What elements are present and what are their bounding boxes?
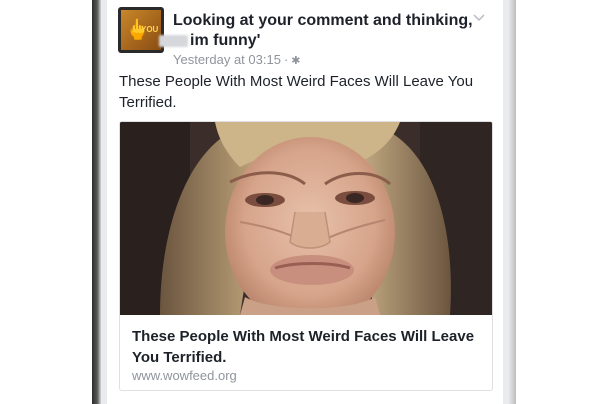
avatar-image: 🖕 YOU	[121, 10, 161, 50]
link-preview-card[interactable]: These People With Most Weird Faces Will …	[119, 121, 493, 391]
post-meta: Yesterday at 03:15 · ✱	[173, 52, 301, 69]
post-timestamp[interactable]: Yesterday at 03:15	[173, 52, 281, 67]
avatar-text: YOU	[141, 25, 159, 34]
phone-bezel-right	[509, 0, 516, 404]
post-text: These People With Most Weird Faces Will …	[119, 73, 474, 111]
redacted-word	[159, 35, 188, 47]
page-avatar[interactable]: 🖕 YOU	[118, 7, 164, 53]
link-preview-title[interactable]: These People With Most Weird Faces Will …	[132, 326, 482, 368]
chevron-down-icon[interactable]	[471, 10, 487, 26]
feed-post: 🖕 YOU Looking at your comment and thinki…	[107, 0, 503, 404]
page-name-line2-wrap: im funny'	[159, 31, 473, 51]
link-preview-image[interactable]	[120, 122, 492, 315]
gear-icon[interactable]: ✱	[291, 55, 300, 67]
page-name-line2: im funny'	[190, 32, 261, 49]
link-preview-domain: www.wowfeed.org	[132, 368, 237, 383]
phone-bezel-left	[92, 0, 101, 404]
phone-screen: 🖕 YOU Looking at your comment and thinki…	[101, 0, 509, 404]
page-name-line1: Looking at your comment and thinking,	[173, 12, 473, 29]
meta-separator: ·	[283, 52, 289, 67]
page-name[interactable]: Looking at your comment and thinking, im…	[159, 11, 473, 51]
